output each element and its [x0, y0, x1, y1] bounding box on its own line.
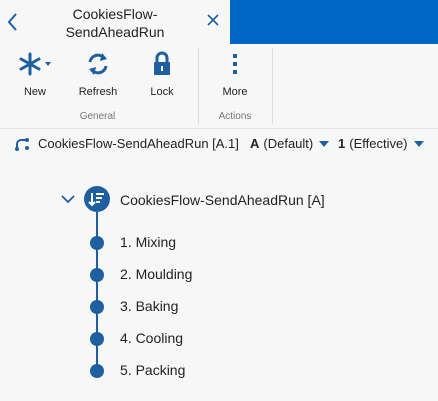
step-dot-icon	[90, 364, 104, 378]
refresh-button-label: Refresh	[78, 86, 118, 98]
step-label: 2. Moulding	[120, 266, 193, 282]
chevron-down-icon[interactable]	[60, 192, 76, 204]
flow-selector[interactable]: CookiesFlow-SendAheadRun [A.1]	[14, 136, 239, 151]
more-button[interactable]: More	[210, 50, 260, 102]
new-button-label: New	[23, 86, 46, 98]
flow-icon	[14, 137, 30, 151]
page-title-line2: SendAheadRun	[65, 24, 165, 40]
revision-letter: A	[250, 136, 260, 151]
close-icon[interactable]	[205, 12, 221, 28]
revision-dropdown[interactable]: A (Default)	[250, 136, 330, 151]
flow-root-icon	[84, 186, 110, 212]
header-accent-bar	[230, 0, 438, 44]
flow-name: CookiesFlow-SendAheadRun [A.1]	[38, 136, 239, 151]
group-label-general: General	[79, 111, 116, 122]
toolbar-divider	[198, 48, 199, 124]
refresh-button[interactable]: Refresh	[72, 50, 124, 102]
back-chevron-icon[interactable]	[4, 10, 24, 34]
toolbar: New Refresh Lock General More Actions	[0, 44, 438, 128]
more-vertical-icon	[210, 50, 260, 78]
version-text: (Effective)	[349, 136, 408, 151]
lock-button[interactable]: Lock	[140, 50, 184, 102]
page-title-line1: CookiesFlow-	[72, 6, 158, 22]
caret-down-icon	[413, 140, 424, 147]
step-dot-icon	[90, 300, 104, 314]
step-label: 4. Cooling	[120, 330, 184, 346]
revision-text: (Default)	[263, 136, 314, 151]
more-button-label: More	[222, 86, 248, 98]
divider	[0, 128, 438, 129]
group-label-actions: Actions	[218, 111, 252, 122]
version-dropdown[interactable]: 1 (Effective)	[338, 136, 424, 151]
lock-icon	[140, 50, 184, 78]
context-bar: CookiesFlow-SendAheadRun [A.1] A (Defaul…	[0, 133, 438, 155]
step-label: 3. Baking	[120, 298, 179, 314]
step-dot-icon	[90, 268, 104, 282]
step-dot-icon	[90, 332, 104, 346]
tree-root-label[interactable]: CookiesFlow-SendAheadRun [A]	[120, 192, 325, 208]
step-label: 1. Mixing	[120, 234, 177, 250]
caret-down-icon	[319, 140, 330, 147]
toolbar-divider	[272, 48, 273, 124]
step-dot-icon	[90, 236, 104, 250]
new-button[interactable]: New	[10, 50, 60, 102]
refresh-icon	[72, 50, 124, 78]
version-number: 1	[338, 136, 346, 151]
asterisk-new-icon	[10, 50, 60, 78]
flow-tree: CookiesFlow-SendAheadRun [A] 1. Mixing 2…	[0, 180, 438, 390]
step-label: 5. Packing	[120, 362, 186, 378]
page-title: CookiesFlow- SendAheadRun	[42, 5, 188, 41]
lock-button-label: Lock	[150, 86, 174, 98]
